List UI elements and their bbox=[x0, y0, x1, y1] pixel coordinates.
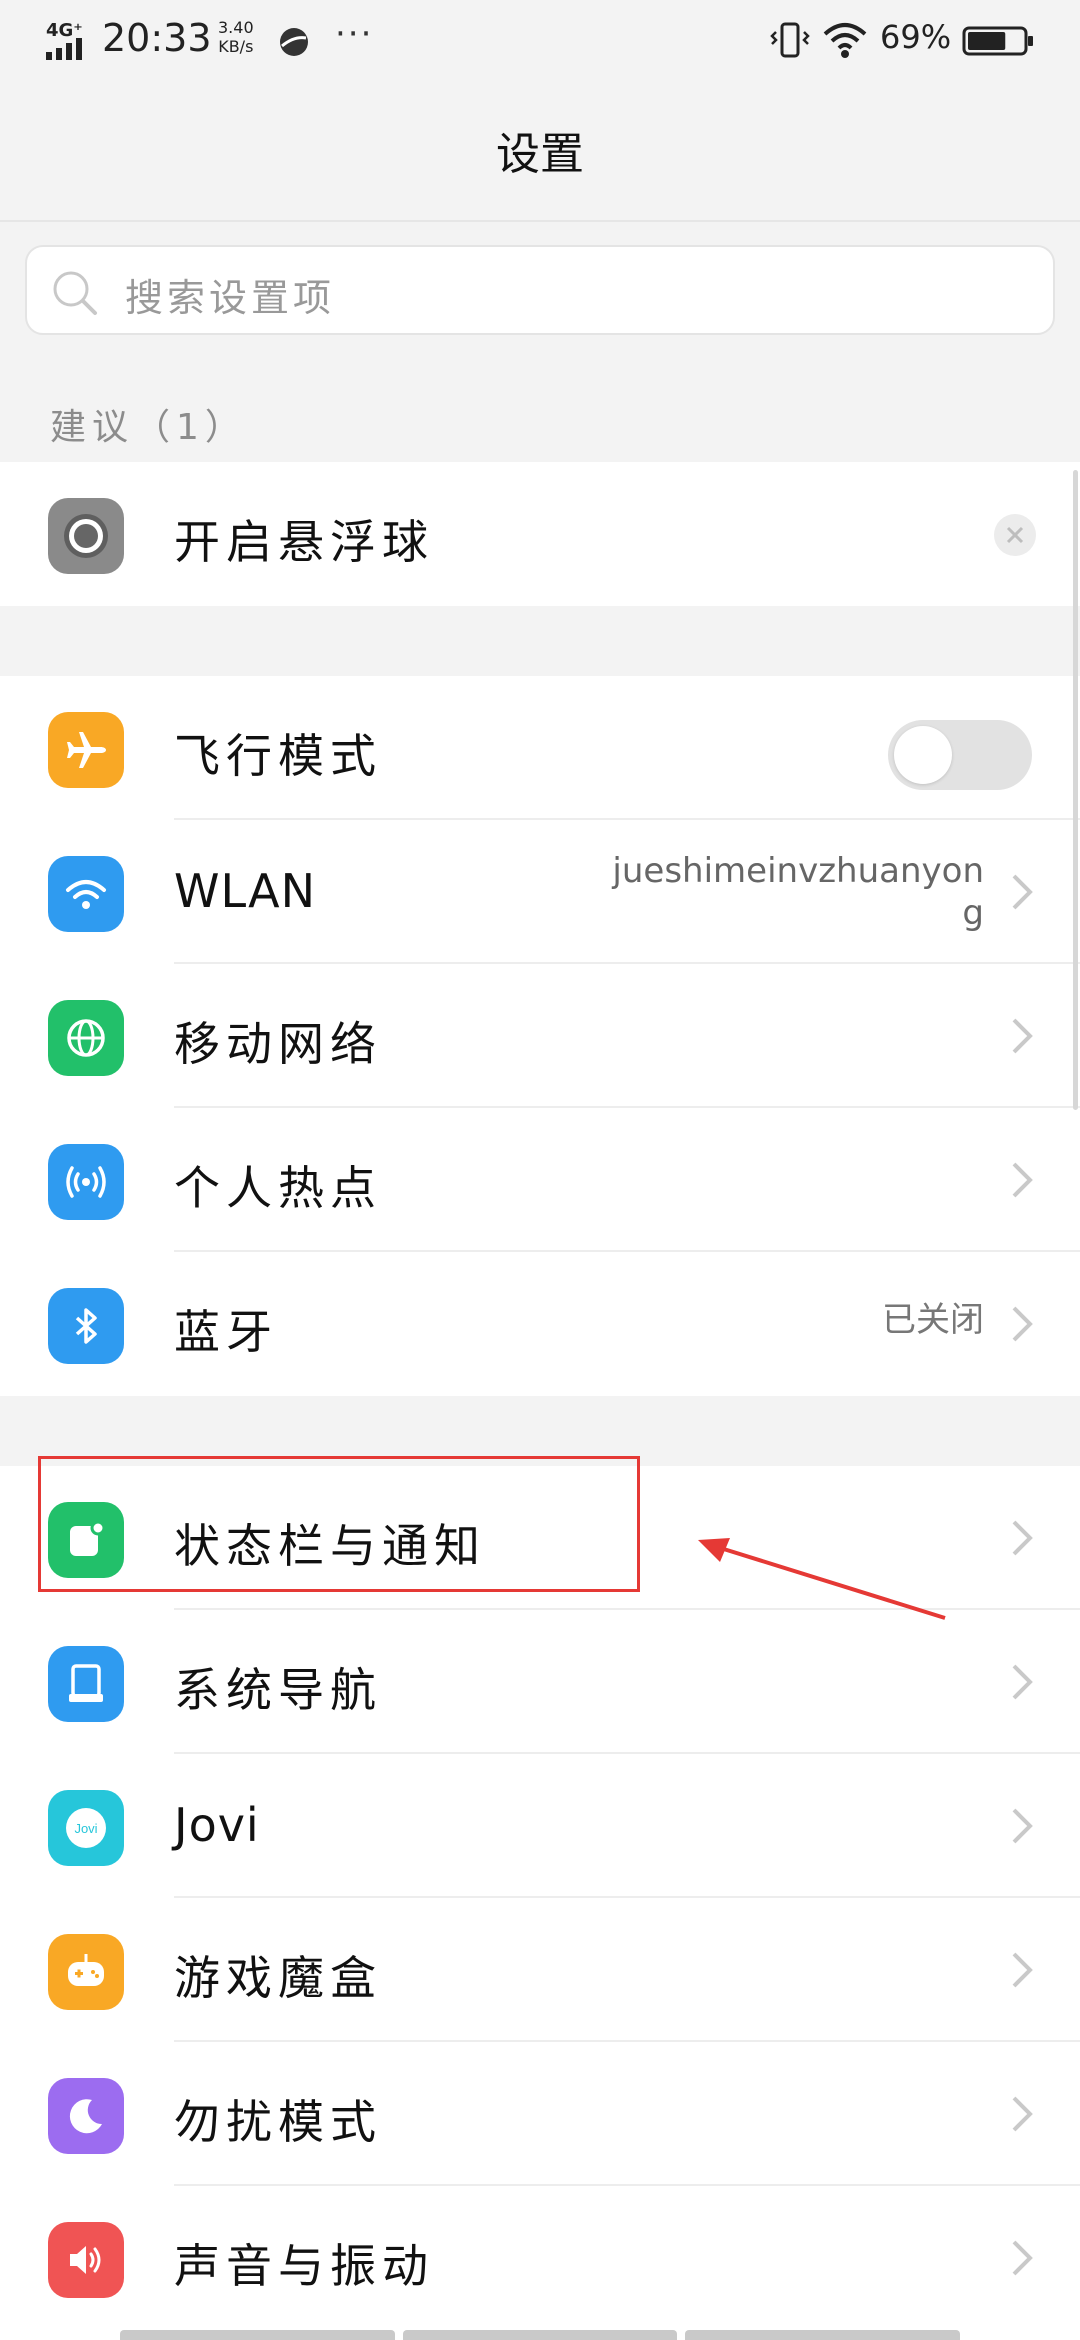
bluetooth-icon bbox=[48, 1288, 124, 1364]
assistive-ball-icon bbox=[48, 498, 124, 574]
settings-item-label: 飞行模式 bbox=[174, 729, 382, 783]
speed-unit: KB/s bbox=[218, 37, 254, 56]
globe-icon bbox=[48, 1000, 124, 1076]
header-divider bbox=[0, 220, 1080, 222]
network-speed: 3.40 KB/s bbox=[218, 18, 254, 56]
settings-item-bluetooth[interactable]: 蓝牙 已关闭 bbox=[0, 1252, 1080, 1396]
search-placeholder: 搜索设置项 bbox=[125, 276, 336, 320]
page-title: 设置 bbox=[496, 129, 584, 180]
chevron-right-icon bbox=[1012, 1808, 1033, 1844]
app-header: 设置 bbox=[0, 80, 1080, 220]
chevron-right-icon bbox=[1012, 1520, 1033, 1556]
settings-item-airplane[interactable]: 飞行模式 bbox=[0, 676, 1080, 820]
jovi-badge-text: Jovi bbox=[74, 1821, 97, 1836]
settings-item-sound-vibration[interactable]: 声音与振动 bbox=[0, 2186, 1080, 2330]
settings-item-do-not-disturb[interactable]: 勿扰模式 bbox=[0, 2042, 1080, 2186]
settings-item-game-box[interactable]: 游戏魔盒 bbox=[0, 1898, 1080, 2042]
more-notifications-icon: ··· bbox=[335, 14, 374, 54]
chevron-right-icon bbox=[1012, 1306, 1033, 1342]
toggle-knob bbox=[894, 726, 952, 784]
search-input[interactable]: 搜索设置项 bbox=[25, 245, 1055, 335]
settings-item-mobile-network[interactable]: 移动网络 bbox=[0, 964, 1080, 1108]
wifi-icon bbox=[48, 856, 124, 932]
airplane-icon bbox=[48, 712, 124, 788]
scrollbar[interactable] bbox=[1073, 470, 1078, 1110]
dismiss-button[interactable] bbox=[994, 514, 1036, 556]
close-icon bbox=[1006, 526, 1024, 544]
connectivity-section: 飞行模式 WLAN jueshimeinvzhuanyong 移动网络 个人热点… bbox=[0, 676, 1080, 1396]
settings-item-label: 系统导航 bbox=[174, 1663, 382, 1717]
chevron-right-icon bbox=[1012, 2240, 1033, 2276]
settings-item-label: 声音与振动 bbox=[174, 2239, 434, 2293]
settings-item-wlan[interactable]: WLAN jueshimeinvzhuanyong bbox=[0, 820, 1080, 964]
chevron-right-icon bbox=[1012, 2096, 1033, 2132]
suggestion-item[interactable]: 开启悬浮球 bbox=[0, 462, 1080, 606]
wifi-status-icon bbox=[823, 23, 867, 58]
jovi-icon: Jovi bbox=[48, 1790, 124, 1866]
highlight-box bbox=[38, 1456, 640, 1592]
status-bar: 4G⁺ 20:33 3.40 KB/s ··· 69% bbox=[0, 0, 1080, 80]
suggestions-header: 建议（1） bbox=[50, 407, 247, 448]
suggestion-label: 开启悬浮球 bbox=[174, 515, 434, 569]
wlan-network-name: jueshimeinvzhuanyong bbox=[612, 851, 984, 933]
search-icon bbox=[53, 271, 97, 315]
settings-item-label: 个人热点 bbox=[174, 1161, 382, 1215]
chevron-right-icon bbox=[1012, 1018, 1033, 1054]
annotation-arrow bbox=[698, 1538, 946, 1620]
clock: 20:33 bbox=[102, 16, 212, 60]
moon-icon bbox=[48, 2078, 124, 2154]
settings-item-label: Jovi bbox=[174, 1798, 260, 1852]
chevron-right-icon bbox=[1012, 1952, 1033, 1988]
bluetooth-status: 已关闭 bbox=[882, 1300, 984, 1340]
airplane-toggle[interactable] bbox=[888, 720, 1032, 790]
settings-item-label: 移动网络 bbox=[174, 1017, 382, 1071]
speed-value: 3.40 bbox=[218, 18, 254, 37]
chevron-right-icon bbox=[1012, 1664, 1033, 1700]
chevron-right-icon bbox=[1012, 874, 1033, 910]
settings-item-label: 勿扰模式 bbox=[174, 2095, 382, 2149]
battery-percent: 69% bbox=[880, 18, 952, 56]
settings-item-system-navigation[interactable]: 系统导航 bbox=[0, 1610, 1080, 1754]
settings-item-label: 蓝牙 bbox=[174, 1305, 278, 1359]
speaker-icon bbox=[48, 2222, 124, 2298]
navigation-icon bbox=[48, 1646, 124, 1722]
settings-item-label: 游戏魔盒 bbox=[174, 1951, 382, 2005]
suggestions-section: 开启悬浮球 bbox=[0, 462, 1080, 606]
vibrate-icon bbox=[770, 22, 810, 58]
bottom-nav-indicator bbox=[120, 2330, 961, 2340]
cellular-signal-icon: 4G⁺ bbox=[46, 20, 90, 60]
settings-item-jovi[interactable]: Jovi Jovi bbox=[0, 1754, 1080, 1898]
gamepad-icon bbox=[48, 1934, 124, 2010]
hotspot-icon bbox=[48, 1144, 124, 1220]
chevron-right-icon bbox=[1012, 1162, 1033, 1198]
battery-icon bbox=[962, 26, 1033, 56]
planet-icon bbox=[280, 28, 308, 56]
settings-item-label: WLAN bbox=[174, 864, 317, 918]
settings-item-hotspot[interactable]: 个人热点 bbox=[0, 1108, 1080, 1252]
